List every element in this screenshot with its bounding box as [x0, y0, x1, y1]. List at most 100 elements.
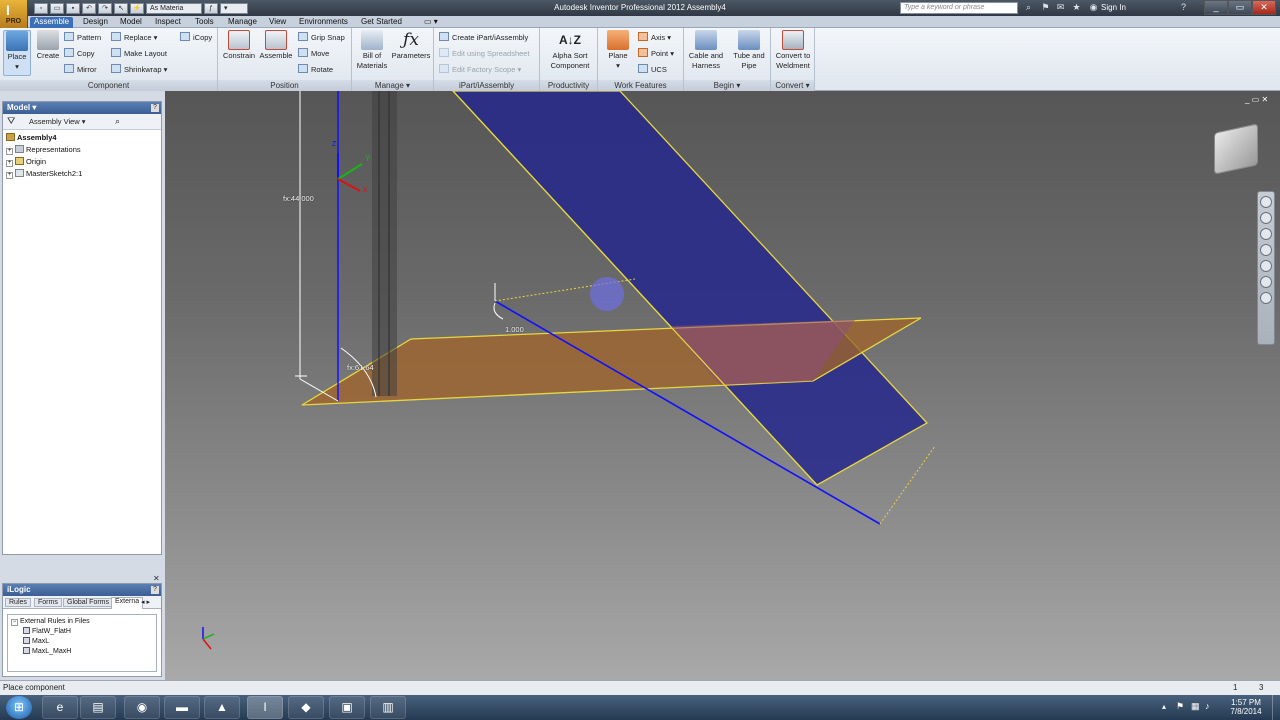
view-face-icon[interactable]	[1260, 276, 1272, 288]
dimension-label[interactable]: 1.000	[505, 325, 524, 334]
collapse-icon[interactable]: −	[11, 619, 18, 626]
create-button[interactable]: Create	[34, 30, 62, 61]
sign-in-link[interactable]: Sign In	[1101, 3, 1126, 12]
viewport-minimize-icon[interactable]: _ ▭ ✕	[1245, 95, 1268, 104]
expand-icon[interactable]: +	[6, 172, 13, 179]
alpha-sort-button[interactable]: A↓Z Alpha Sort Component	[542, 30, 598, 71]
tab-model[interactable]: Model	[116, 17, 146, 28]
grip-snap-button[interactable]: Grip Snap	[298, 31, 345, 44]
tray-network-icon[interactable]: ▦	[1191, 701, 1200, 712]
tray-flag-icon[interactable]: ⚑	[1176, 701, 1184, 712]
tab-manage[interactable]: Manage	[224, 17, 261, 28]
inventor-taskbar-icon[interactable]: I	[247, 696, 283, 719]
panel-convert-label[interactable]: Convert ▾	[771, 80, 814, 91]
parameters-button[interactable]: ƒx Parameters	[390, 30, 432, 61]
tab-external[interactable]: Externa	[111, 597, 144, 609]
tab-environments[interactable]: Environments	[295, 17, 352, 28]
graphics-viewport[interactable]: fx:44.000 fx:61.64 1.000 Y X Z _ ▭ ✕	[165, 91, 1280, 680]
tree-item-origin[interactable]: + Origin	[6, 156, 161, 168]
tree-item-assembly[interactable]: Assembly4	[6, 132, 161, 144]
panel-manage-label[interactable]: Manage ▾	[352, 80, 433, 91]
internet-explorer-icon[interactable]: e	[42, 696, 78, 719]
tree-item-external-rules[interactable]: − External Rules in Files	[11, 617, 156, 627]
expand-icon[interactable]: +	[6, 148, 13, 155]
move-button[interactable]: Move	[298, 47, 329, 60]
ilogic-close-icon[interactable]: ✕	[153, 574, 160, 583]
minimize-button[interactable]: _	[1204, 0, 1228, 15]
axis-button[interactable]: Axis ▾	[638, 31, 671, 44]
app-taskbar-icon[interactable]: ◆	[288, 696, 324, 719]
pan-icon[interactable]	[1260, 212, 1272, 224]
bill-of-materials-button[interactable]: Bill of Materials	[354, 30, 390, 71]
tab-assemble[interactable]: Assemble	[30, 17, 74, 28]
clock[interactable]: 1:57 PM 7/8/2014	[1222, 698, 1270, 716]
replace-button[interactable]: Replace ▾	[111, 31, 157, 44]
start-button[interactable]: ⊞	[6, 696, 32, 719]
zoom-icon[interactable]	[1260, 228, 1272, 240]
constrain-button[interactable]: Constrain	[221, 30, 257, 61]
help-icon[interactable]: ?	[1178, 2, 1189, 13]
app-taskbar-icon[interactable]: ▥	[370, 696, 406, 719]
orbit-icon[interactable]	[1260, 244, 1272, 256]
tree-item-mastersketch[interactable]: + MasterSketch2:1	[6, 168, 161, 180]
help-icon[interactable]: ?	[151, 586, 159, 594]
tab-tools[interactable]: Tools	[191, 17, 218, 28]
tab-scroll-arrows[interactable]: ◂ ▸	[141, 598, 150, 606]
show-desktop-button[interactable]	[1272, 695, 1280, 720]
create-ipart-button[interactable]: Create iPart/iAssembly	[439, 31, 528, 44]
file-explorer-icon[interactable]: ▤	[80, 696, 116, 719]
inventor-logo[interactable]: I PRO	[0, 0, 28, 30]
shrinkwrap-button[interactable]: Shrinkwrap ▾	[111, 63, 167, 76]
icopy-button[interactable]: iCopy	[180, 31, 212, 44]
mirror-button[interactable]: Mirror	[64, 63, 97, 76]
steering-wheel-icon[interactable]	[1260, 196, 1272, 208]
chrome-icon[interactable]: ◉	[124, 696, 160, 719]
dimension-label[interactable]: fx:44.000	[283, 194, 314, 203]
help-icon[interactable]: ?	[151, 104, 159, 112]
ribbon-options-icon[interactable]: ▭ ▾	[420, 17, 442, 28]
tree-item-rule[interactable]: MaxL	[11, 637, 156, 647]
tab-forms[interactable]: Forms	[34, 598, 62, 607]
pattern-button[interactable]: Pattern	[64, 31, 101, 44]
plane-button[interactable]: Plane ▾	[601, 30, 635, 71]
tab-view[interactable]: View	[265, 17, 290, 28]
tray-volume-icon[interactable]: ♪	[1205, 701, 1210, 711]
assembly-view-select[interactable]: Assembly View ▾	[29, 117, 86, 126]
cable-harness-button[interactable]: Cable and Harness	[685, 30, 727, 71]
customize-icon[interactable]	[1260, 292, 1272, 304]
tree-item-rule[interactable]: MaxL_MaxH	[11, 647, 156, 657]
app-taskbar-icon[interactable]: ▣	[329, 696, 365, 719]
close-button[interactable]: ✕	[1252, 0, 1276, 15]
make-layout-button[interactable]: Make Layout	[111, 47, 167, 60]
panel-begin-label[interactable]: Begin ▾	[684, 80, 770, 91]
model-browser-header[interactable]: Model ▾	[3, 102, 161, 114]
viewport-canvas[interactable]	[165, 91, 1280, 680]
edit-factory-scope-button[interactable]: Edit Factory Scope ▾	[439, 63, 521, 76]
rotate-button[interactable]: Rotate	[298, 63, 333, 76]
expand-icon[interactable]: +	[6, 160, 13, 167]
tab-rules[interactable]: Rules	[5, 598, 31, 607]
convert-weldment-button[interactable]: Convert to Weldment	[772, 30, 814, 71]
maximize-button[interactable]: ▭	[1228, 0, 1252, 15]
acrobat-icon[interactable]: ▲	[204, 696, 240, 719]
work-plane-blue[interactable]	[452, 91, 929, 486]
ucs-button[interactable]: UCS	[638, 63, 667, 76]
point-button[interactable]: Point ▾	[638, 47, 674, 60]
edit-spreadsheet-button[interactable]: Edit using Spreadsheet	[439, 47, 530, 60]
tree-item-representations[interactable]: + Representations	[6, 144, 161, 156]
find-icon[interactable]: ⌕	[115, 116, 120, 127]
tab-inspect[interactable]: Inspect	[151, 17, 185, 28]
command-prompt-icon[interactable]: ▬	[164, 696, 200, 719]
tab-design[interactable]: Design	[79, 17, 112, 28]
look-at-icon[interactable]	[1260, 260, 1272, 272]
favorites-icon[interactable]: ★	[1071, 2, 1082, 13]
subscription-icon[interactable]: ⚑	[1040, 2, 1051, 13]
place-button[interactable]: Place ▾	[3, 30, 31, 76]
help-search-input[interactable]: Type a keyword or phrase	[900, 2, 1018, 14]
filter-icon[interactable]: ⛛	[7, 116, 15, 127]
binoculars-icon[interactable]: ⌕	[1023, 2, 1034, 13]
tube-pipe-button[interactable]: Tube and Pipe	[729, 30, 769, 71]
dimension-label[interactable]: fx:61.64	[347, 363, 374, 372]
tray-show-hidden-icon[interactable]: ▴	[1162, 702, 1166, 711]
tree-item-rule[interactable]: FlatW_FlatH	[11, 627, 156, 637]
